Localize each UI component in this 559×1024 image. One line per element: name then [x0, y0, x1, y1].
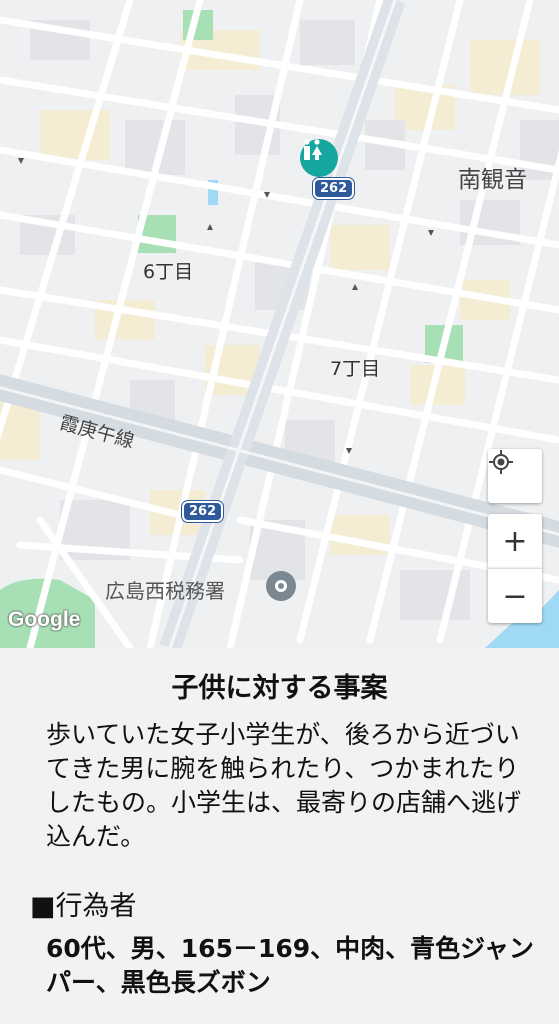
map-canvas: [0, 0, 559, 648]
actor-details: 60代、男、165－169、中肉、青色ジャンパー、黒色長ズボン: [46, 934, 534, 997]
my-location-icon: [489, 450, 513, 474]
incident-title: 子供に対する事案: [171, 673, 388, 704]
route-shield-262-bottom: 262: [182, 501, 224, 522]
restroom-icon[interactable]: [300, 139, 338, 177]
label-tax-office[interactable]: 広島西税務署: [105, 575, 225, 604]
tax-office-pin-icon[interactable]: [266, 571, 296, 601]
map-view[interactable]: 262 262 南観音 6丁目 7丁目 霞庚午線 広島西税務署 Google +…: [0, 0, 559, 648]
zoom-in-button[interactable]: +: [488, 514, 542, 568]
incident-description: 歩いていた女子小学生が、後ろから近づいてきた男に腕を触られたり、つかまれたりした…: [46, 720, 522, 851]
route-shield-262-top: 262: [313, 178, 355, 199]
zoom-out-button[interactable]: −: [488, 568, 542, 623]
label-6-chome: 6丁目: [143, 261, 194, 283]
google-logo: Google: [8, 608, 81, 631]
actor-heading: ■行為者: [30, 891, 137, 922]
label-minami-kannon: 南観音: [458, 167, 527, 193]
my-location-button[interactable]: [488, 449, 542, 503]
incident-panel: 子供に対する事案 歩いていた女子小学生が、後ろから近づいてきた男に腕を触られたり…: [0, 648, 559, 1024]
label-7-chome: 7丁目: [330, 358, 381, 380]
